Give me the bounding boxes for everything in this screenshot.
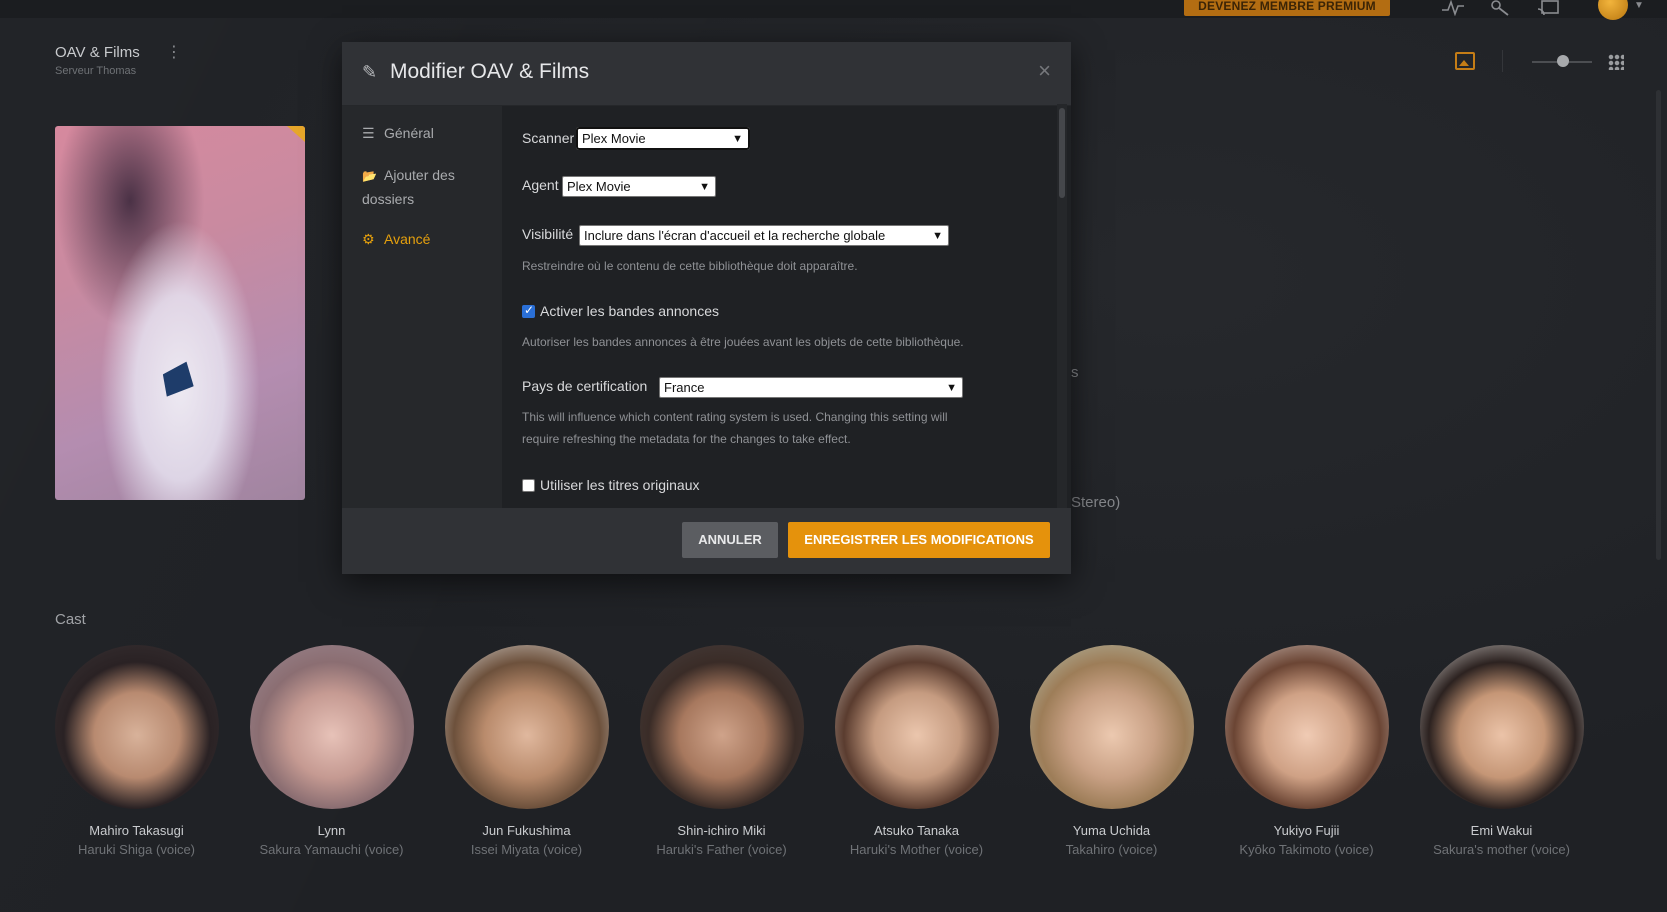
sidebar-item-general[interactable]: ☰ Général [362, 122, 434, 145]
advanced-settings-panel: Scanner Plex Movie ▼ Agent Plex Movie ▼ Vi… [502, 106, 1071, 508]
cast-photo[interactable] [1419, 645, 1584, 809]
cast-role: Takahiro (voice) [1065, 842, 1158, 857]
edit-library-modal: ✎ Modifier OAV & Films × ☰ Général 📂 Ajout… [342, 42, 1071, 574]
cast-role: Kyōko Takimoto (voice) [1239, 842, 1374, 857]
cast-member[interactable]: Atsuko Tanaka Haruki's Mother (voice) [819, 645, 1014, 857]
sidebar-item-label: Général [384, 125, 434, 141]
image-view-icon[interactable] [1455, 52, 1475, 70]
modal-header: ✎ Modifier OAV & Films × [342, 42, 1071, 106]
toolbar-divider [1502, 50, 1503, 72]
cast-member[interactable]: Yukiyo Fujii Kyōko Takimoto (voice) [1209, 645, 1404, 857]
visibility-label: Visibilité [522, 226, 574, 242]
more-options-icon[interactable]: ⋮ [166, 45, 182, 61]
trailers-label[interactable]: Activer les bandes annonces [540, 303, 719, 319]
scanner-label: Scanner [522, 130, 575, 146]
certification-select[interactable]: France ▼ [659, 377, 963, 398]
save-button[interactable]: ENREGISTRER LES MODIFICATIONS [788, 522, 1050, 558]
cast-role: Sakura Yamauchi (voice) [259, 842, 404, 857]
pencil-icon: ✎ [362, 62, 378, 82]
background-text: Stereo) [1071, 494, 1121, 511]
cast-photo[interactable] [1029, 645, 1194, 809]
cast-name: Emi Wakui [1470, 823, 1533, 838]
folder-icon: 📂 [362, 169, 377, 183]
modal-sidebar: ☰ Général 📂 Ajouter des dossiers ⚙ Avancé [342, 106, 502, 508]
settings-scrollbar-thumb[interactable] [1059, 108, 1065, 198]
cancel-button[interactable]: ANNULER [682, 522, 778, 558]
cast-role: Haruki Shiga (voice) [77, 842, 196, 857]
page-scrollbar[interactable] [1656, 90, 1661, 560]
cast-photo[interactable] [639, 645, 804, 809]
poster-image[interactable] [55, 126, 305, 500]
cast-member[interactable]: Mahiro Takasugi Haruki Shiga (voice) [39, 645, 234, 857]
cast-photo[interactable] [444, 645, 609, 809]
trailers-help: Autoriser les bandes annonces à être jou… [522, 335, 964, 349]
cast-photo[interactable] [249, 645, 414, 809]
cast-list: Mahiro Takasugi Haruki Shiga (voice) Lyn… [54, 645, 1615, 865]
top-bar [0, 0, 1667, 18]
certification-label: Pays de certification [522, 378, 648, 394]
list-icon: ☰ [362, 125, 375, 141]
cast-member[interactable]: Jun Fukushima Issei Miyata (voice) [429, 645, 624, 857]
chevron-down-icon: ▼ [932, 230, 943, 242]
gear-icon: ⚙ [362, 231, 375, 247]
chevron-down-icon: ▼ [946, 382, 957, 394]
cast-role: Haruki's Mother (voice) [849, 842, 984, 857]
scanner-select[interactable]: Plex Movie ▼ [576, 127, 750, 150]
agent-label: Agent [522, 177, 559, 193]
certification-help-2: require refreshing the metadata for the … [522, 432, 851, 446]
visibility-value: Inclure dans l'écran d'accueil et la rec… [584, 228, 886, 243]
cast-member[interactable]: Emi Wakui Sakura's mother (voice) [1404, 645, 1599, 857]
cast-name: Lynn [317, 823, 346, 838]
tools-icon[interactable] [1490, 0, 1510, 21]
cast-role: Haruki's Father (voice) [656, 842, 787, 857]
cast-member[interactable]: Lynn Sakura Yamauchi (voice) [234, 645, 429, 857]
agent-select[interactable]: Plex Movie ▼ [562, 176, 716, 197]
modal-title: Modifier OAV & Films [390, 60, 590, 83]
cast-name: Yuma Uchida [1072, 823, 1151, 838]
cast-role: Issei Miyata (voice) [470, 842, 583, 857]
cast-photo[interactable] [1224, 645, 1389, 809]
original-titles-checkbox[interactable] [522, 479, 535, 492]
cast-photo[interactable] [54, 645, 219, 809]
poster-detail [147, 350, 203, 406]
close-icon[interactable]: × [1038, 58, 1051, 84]
chevron-down-icon: ▼ [732, 133, 743, 145]
poster-corner-badge [287, 126, 305, 142]
server-name: Serveur Thomas [55, 65, 137, 77]
cast-icon[interactable] [1537, 0, 1560, 21]
trailers-checkbox[interactable] [522, 303, 535, 318]
sidebar-item-label: Avancé [384, 231, 431, 247]
cast-heading: Cast [55, 611, 86, 628]
sidebar-item-add-folders[interactable]: 📂 Ajouter des dossiers [362, 164, 482, 211]
certification-value: France [664, 380, 705, 395]
visibility-select[interactable]: Inclure dans l'écran d'accueil et la rec… [579, 225, 949, 246]
background-text: s [1071, 364, 1079, 381]
cast-name: Jun Fukushima [482, 823, 571, 838]
library-title[interactable]: OAV & Films [55, 44, 140, 61]
cast-member[interactable]: Yuma Uchida Takahiro (voice) [1014, 645, 1209, 857]
agent-value: Plex Movie [567, 179, 631, 194]
activity-icon[interactable] [1442, 0, 1464, 21]
cast-member[interactable]: Shin-ichiro Miki Haruki's Father (voice) [624, 645, 819, 857]
certification-help-1: This will influence which content rating… [522, 410, 948, 424]
cast-name: Yukiyo Fujii [1273, 823, 1340, 838]
chevron-down-icon[interactable]: ▼ [1634, 0, 1644, 11]
cast-name: Mahiro Takasugi [89, 823, 184, 838]
modal-footer: ANNULER ENREGISTRER LES MODIFICATIONS [342, 508, 1071, 574]
cast-photo[interactable] [834, 645, 999, 809]
cast-name: Shin-ichiro Miki [677, 823, 766, 838]
cast-role: Sakura's mother (voice) [1433, 842, 1570, 857]
zoom-slider-handle[interactable] [1557, 55, 1569, 67]
scanner-value: Plex Movie [582, 131, 646, 146]
sidebar-item-advanced[interactable]: ⚙ Avancé [362, 228, 430, 251]
chevron-down-icon: ▼ [699, 181, 710, 193]
cast-name: Atsuko Tanaka [873, 823, 960, 838]
grid-view-icon[interactable] [1608, 54, 1624, 70]
premium-button[interactable]: DEVENEZ MEMBRE PREMIUM [1184, 0, 1390, 16]
original-titles-label[interactable]: Utiliser les titres originaux [540, 477, 700, 493]
visibility-help: Restreindre où le contenu de cette bibli… [522, 259, 858, 273]
